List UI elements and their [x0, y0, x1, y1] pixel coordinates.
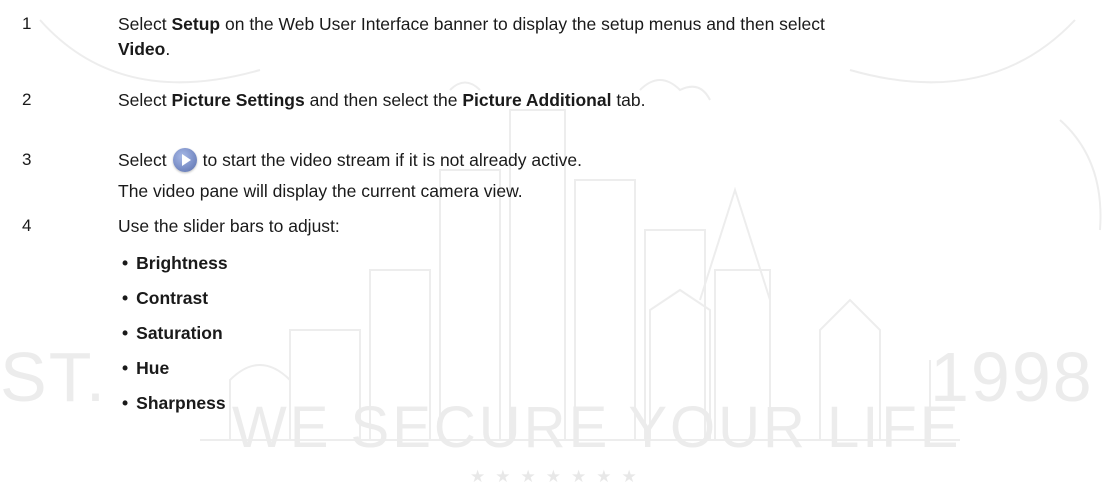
bullet-label: Saturation	[136, 323, 223, 343]
watermark-year-text: 1998	[930, 338, 1094, 416]
step-1-text: Select	[118, 14, 172, 34]
watermark-stars: ★★★★★★★	[470, 467, 647, 486]
bullet-dot: •	[122, 393, 129, 413]
bullet-label: Contrast	[136, 288, 209, 308]
step-2-text: Select	[118, 90, 172, 110]
bullet-item-hue: • Hue	[122, 356, 169, 380]
picture-settings-label: Picture Settings	[171, 90, 305, 110]
step-3-text-cont: to start the video stream if it is not a…	[202, 150, 582, 170]
step-2-text-end: tab.	[611, 90, 646, 110]
bullet-item-contrast: • Contrast	[122, 286, 208, 310]
step-number-3: 3	[22, 150, 32, 169]
bullet-label: Hue	[136, 358, 170, 378]
step-number-2: 2	[22, 90, 32, 109]
watermark-st-text: ST.	[0, 338, 108, 416]
step-number-1: 1	[22, 14, 32, 33]
bullet-dot: •	[122, 323, 129, 343]
bullet-item-sharpness: • Sharpness	[122, 391, 226, 415]
step-3-line: Select to start the video stream if it is…	[118, 148, 582, 172]
bullet-label: Sharpness	[136, 393, 226, 413]
bullet-dot: •	[122, 288, 129, 308]
play-icon	[172, 148, 197, 172]
step-3-text: Select	[118, 150, 167, 170]
step-number-4: 4	[22, 216, 32, 235]
bullet-item-saturation: • Saturation	[122, 321, 223, 345]
step-3-note: The video pane will display the current …	[118, 181, 523, 201]
video-label: Video	[118, 39, 166, 59]
step-1-text-cont: on the Web User Interface banner to disp…	[220, 14, 825, 34]
picture-additional-label: Picture Additional	[462, 90, 612, 110]
step-2-text-cont: and then select the	[304, 90, 463, 110]
step-1-period: .	[165, 39, 171, 59]
step-1-line-2: Video.	[118, 37, 170, 61]
step-4-line: Use the slider bars to adjust:	[118, 216, 340, 236]
bullet-dot: •	[122, 253, 129, 273]
watermark-motto-text: WE SECURE YOUR LIFE	[232, 395, 962, 460]
step-2-line: Select Picture Settings and then select …	[118, 88, 646, 112]
bullet-dot: •	[122, 358, 129, 378]
bullet-item-brightness: • Brightness	[122, 251, 228, 275]
step-1-line-1: Select Setup on the Web User Interface b…	[118, 12, 825, 36]
setup-label: Setup	[171, 14, 221, 34]
bullet-label: Brightness	[136, 253, 228, 273]
